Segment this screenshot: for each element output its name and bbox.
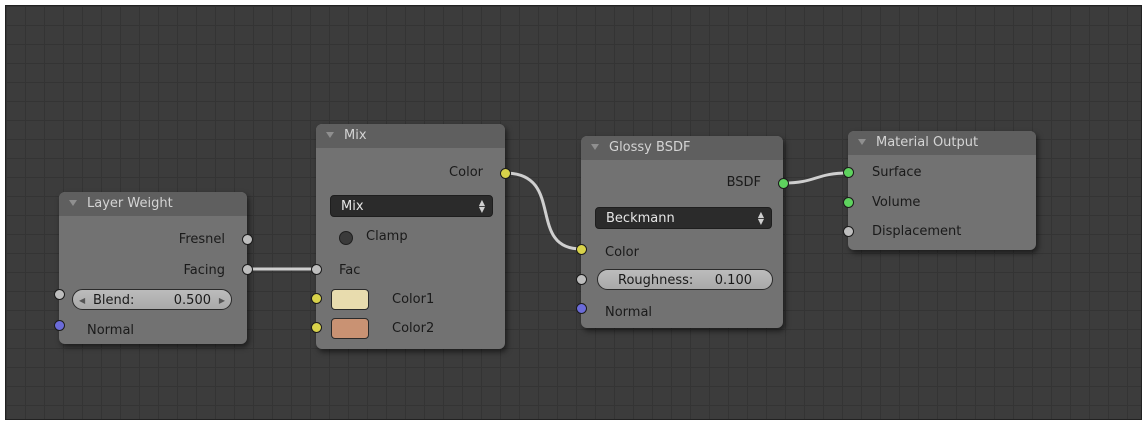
- glossy-bsdf-node[interactable]: Glossy BSDF BSDF Beckmann ▲ ▼ Color Rough…: [581, 136, 783, 328]
- collapse-arrow-icon[interactable]: [69, 199, 77, 206]
- glossy-bsdf-header[interactable]: Glossy BSDF: [581, 136, 783, 160]
- node-title: Material Output: [876, 135, 979, 150]
- socket-facing-output[interactable]: [242, 264, 253, 275]
- input-label-displacement: Displacement: [872, 224, 962, 239]
- socket-fac-input[interactable]: [311, 264, 322, 275]
- socket-mix-color-output[interactable]: [500, 168, 511, 179]
- input-label-color: Color: [605, 245, 639, 260]
- decrement-arrow-icon[interactable]: ◀: [79, 290, 85, 311]
- socket-fresnel-output[interactable]: [242, 234, 253, 245]
- blend-type-value: Mix: [341, 199, 364, 214]
- socket-glossy-color-input[interactable]: [576, 244, 587, 255]
- input-label-color1: Color1: [392, 292, 435, 307]
- output-label-bsdf: BSDF: [726, 175, 761, 190]
- collapse-arrow-icon[interactable]: [591, 143, 599, 150]
- distribution-value: Beckmann: [606, 211, 675, 226]
- collapse-arrow-icon[interactable]: [326, 131, 334, 138]
- mix-header[interactable]: Mix: [316, 124, 505, 148]
- blend-label: Blend:: [93, 293, 135, 308]
- socket-displacement-input[interactable]: [843, 226, 854, 237]
- input-label-surface: Surface: [872, 165, 922, 180]
- socket-bsdf-output[interactable]: [778, 178, 789, 189]
- input-label-normal: Normal: [605, 305, 653, 320]
- layer-weight-header[interactable]: Layer Weight: [59, 192, 247, 216]
- updown-arrows-icon: ▲ ▼: [757, 210, 765, 226]
- increment-arrow-icon[interactable]: ▶: [219, 290, 225, 311]
- node-editor[interactable]: Layer Weight Fresnel Facing ◀ Blend: 0.5…: [5, 5, 1142, 420]
- material-output-node[interactable]: Material Output Surface Volume Displacem…: [848, 131, 1036, 250]
- socket-blend-input[interactable]: [54, 289, 65, 300]
- clamp-checkbox[interactable]: [339, 231, 353, 245]
- input-label-volume: Volume: [872, 195, 921, 210]
- input-label-color2: Color2: [392, 321, 435, 336]
- link-bsdf-to-surface[interactable]: [783, 171, 849, 185]
- blend-value: 0.500: [173, 293, 211, 308]
- color2-swatch[interactable]: [331, 318, 369, 339]
- node-title: Mix: [344, 128, 367, 143]
- roughness-label: Roughness:: [618, 273, 694, 288]
- socket-glossy-normal-input[interactable]: [576, 303, 587, 314]
- socket-color2-input[interactable]: [311, 322, 322, 333]
- blend-type-dropdown[interactable]: Mix ▲ ▼: [330, 195, 493, 217]
- mix-node[interactable]: Mix Color Mix ▲ ▼ Clamp Fac Color1 Color2: [316, 124, 505, 349]
- roughness-slider[interactable]: Roughness: 0.100: [597, 269, 773, 290]
- input-label-fac: Fac: [339, 263, 361, 278]
- material-output-header[interactable]: Material Output: [848, 131, 1036, 155]
- socket-color1-input[interactable]: [311, 293, 322, 304]
- node-title: Glossy BSDF: [609, 140, 691, 155]
- layer-weight-node[interactable]: Layer Weight Fresnel Facing ◀ Blend: 0.5…: [59, 192, 247, 344]
- socket-volume-input[interactable]: [843, 197, 854, 208]
- output-label-fresnel: Fresnel: [178, 232, 225, 247]
- socket-surface-input[interactable]: [843, 167, 854, 178]
- blend-slider[interactable]: ◀ Blend: 0.500 ▶: [72, 289, 232, 310]
- socket-roughness-input[interactable]: [576, 274, 587, 285]
- collapse-arrow-icon[interactable]: [858, 138, 866, 145]
- link-mix-color-to-glossy-color[interactable]: [504, 171, 582, 251]
- distribution-dropdown[interactable]: Beckmann ▲ ▼: [595, 207, 772, 229]
- output-label-facing: Facing: [183, 263, 225, 278]
- input-label-normal: Normal: [87, 323, 135, 338]
- roughness-value: 0.100: [714, 273, 752, 288]
- socket-normal-input[interactable]: [54, 320, 65, 331]
- color1-swatch[interactable]: [331, 289, 369, 310]
- node-title: Layer Weight: [87, 196, 173, 211]
- output-label-color: Color: [449, 165, 483, 180]
- clamp-label: Clamp: [366, 229, 408, 244]
- updown-arrows-icon: ▲ ▼: [478, 198, 486, 214]
